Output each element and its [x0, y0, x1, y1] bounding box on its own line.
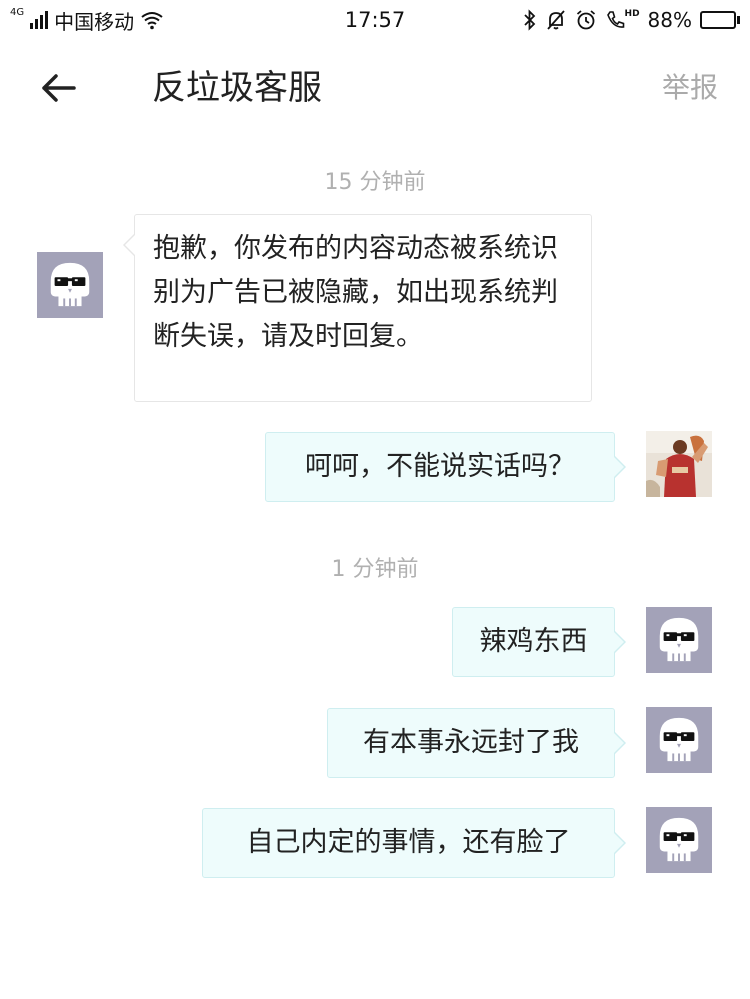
user-avatar[interactable]: [646, 807, 712, 873]
hd-label: HD: [624, 9, 640, 19]
outgoing-message-bubble[interactable]: 辣鸡东西: [452, 607, 626, 677]
message-text: 自己内定的事情，还有脸了: [246, 827, 571, 858]
message-text: 呵呵，不能说实话吗？: [305, 451, 575, 482]
status-bar: 4G 中国移动 17:57 HD 88%: [0, 0, 750, 40]
skull-sunglasses-icon: [50, 262, 90, 307]
incoming-message-bubble[interactable]: 抱歉，你发布的内容动态被系统识别为广告已被隐藏，如出现系统判断失误，请及时回复。: [123, 214, 592, 402]
battery-percent: 88%: [647, 8, 692, 32]
skull-sunglasses-icon: [659, 817, 699, 862]
alarm-icon: [576, 10, 595, 30]
outgoing-message-bubble[interactable]: 自己内定的事情，还有脸了: [202, 808, 626, 878]
page-title: 反垃圾客服: [152, 68, 322, 108]
hd-call-indicator: HD: [605, 9, 640, 31]
timestamp: 15 分钟前: [324, 170, 426, 195]
battery-icon: [700, 11, 740, 29]
user-avatar[interactable]: [646, 607, 712, 673]
user-avatar-photo[interactable]: [646, 431, 712, 497]
arrow-left-icon[interactable]: [36, 66, 80, 110]
bell-muted-icon: [546, 10, 565, 30]
chat-header: 反垃圾客服 举报: [0, 40, 750, 136]
outgoing-message-bubble[interactable]: 呵呵，不能说实话吗？: [265, 432, 626, 502]
timestamp: 1 分钟前: [331, 557, 419, 582]
phone-icon: [606, 11, 624, 28]
message-text: 辣鸡东西: [479, 626, 588, 657]
status-right: HD 88%: [523, 6, 740, 34]
bluetooth-icon: [523, 9, 535, 31]
user-photo: [646, 431, 712, 497]
outgoing-message-bubble[interactable]: 有本事永远封了我: [327, 708, 626, 778]
message-text: 有本事永远封了我: [363, 727, 579, 758]
skull-sunglasses-icon: [659, 617, 699, 662]
user-avatar[interactable]: [646, 707, 712, 773]
service-avatar[interactable]: [37, 252, 103, 318]
skull-sunglasses-icon: [659, 717, 699, 762]
report-button[interactable]: 举报: [662, 70, 718, 106]
message-text: 抱歉，你发布的内容动态被系统识别为广告已被隐藏，如出现系统判断失误，请及时回复。: [153, 233, 558, 352]
